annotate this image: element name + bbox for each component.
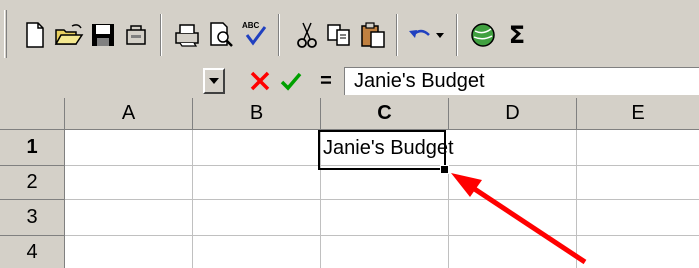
annotation-arrow <box>451 173 587 265</box>
